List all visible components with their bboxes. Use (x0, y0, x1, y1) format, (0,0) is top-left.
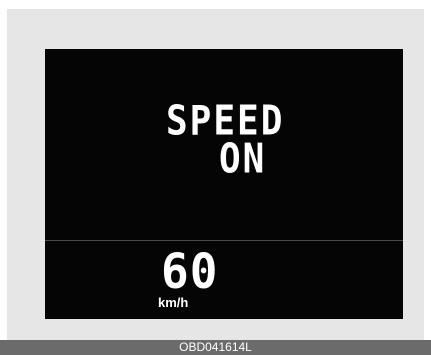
speed-value: 60 (161, 242, 219, 300)
cluster-screen: SPEED ON 60 km/h (45, 49, 403, 319)
speed-unit: km/h (158, 295, 189, 310)
message-line-2: ON (219, 135, 267, 183)
display-frame: SPEED ON 60 km/h (7, 9, 424, 340)
figure-caption: OBD041614L (179, 340, 252, 354)
screen-divider (45, 240, 403, 241)
